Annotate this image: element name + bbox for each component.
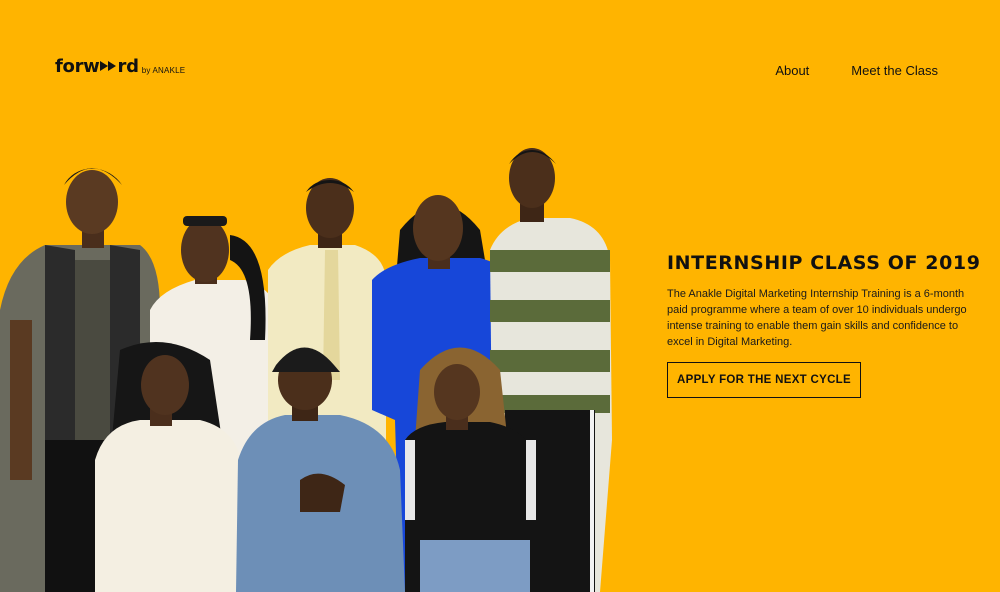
- logo-wordmark: forw rd: [55, 56, 139, 77]
- logo-suffix: by ANAKLE: [141, 66, 186, 75]
- nav-meet-the-class-link[interactable]: Meet the Class: [851, 63, 938, 78]
- apply-button[interactable]: APPLY FOR THE NEXT CYCLE: [667, 362, 861, 398]
- hero-content: INTERNSHIP CLASS OF 2019 The Anakle Digi…: [667, 252, 987, 398]
- page: forw rd by ANAKLE About Meet the Class I…: [0, 0, 1000, 592]
- nav-about-link[interactable]: About: [775, 63, 809, 78]
- hero-description: The Anakle Digital Marketing Internship …: [667, 288, 967, 348]
- hero-headline: INTERNSHIP CLASS OF 2019: [667, 252, 981, 274]
- fast-forward-icon: [100, 61, 117, 71]
- top-nav: About Meet the Class: [775, 63, 938, 78]
- brand-logo[interactable]: forw rd by ANAKLE: [55, 58, 185, 76]
- group-photo: [0, 148, 612, 592]
